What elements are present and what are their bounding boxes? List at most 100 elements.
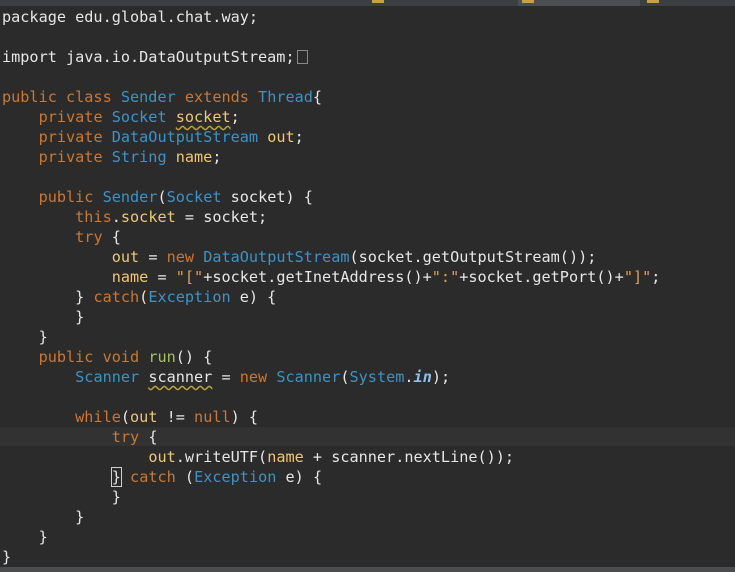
code-token: () {	[175, 348, 213, 366]
editor-tab[interactable]	[645, 0, 659, 6]
code-token: extends	[184, 88, 259, 106]
code-token: out	[130, 408, 158, 426]
code-token: Thread	[258, 88, 313, 106]
code-line[interactable]: } catch(Exception e) {	[2, 287, 660, 307]
code-token: run	[148, 348, 176, 366]
code-token: ;	[294, 128, 304, 146]
code-token: this	[75, 208, 112, 226]
code-token: = socket;	[175, 208, 268, 226]
code-token: (	[120, 408, 131, 426]
code-line[interactable]: } catch (Exception e) {	[2, 467, 660, 487]
code-token: while	[75, 408, 121, 426]
code-line[interactable]: while(out != null) {	[2, 407, 660, 427]
code-line[interactable]: private DataOutputStream out;	[2, 127, 660, 147]
code-token: private	[38, 128, 112, 146]
code-line[interactable]: package edu.global.chat.way;	[2, 7, 660, 27]
code-line[interactable]: try {	[2, 427, 660, 447]
code-token: import java.io.DataOutputStream;	[2, 48, 295, 66]
code-token: public class	[2, 88, 121, 106]
code-token: =	[212, 368, 240, 386]
code-token: Exception	[148, 288, 240, 306]
code-line[interactable]	[2, 387, 660, 407]
code-token: ":"	[431, 268, 460, 286]
code-token: out	[148, 448, 176, 466]
horizontal-scrollbar[interactable]	[0, 567, 735, 572]
code-line[interactable]: Scanner scanner = new Scanner(System.in)…	[2, 367, 660, 387]
code-token: catch	[93, 288, 140, 306]
code-token: .writeUTF(	[175, 448, 268, 466]
code-line[interactable]: }	[2, 547, 660, 567]
editor-tab-active[interactable]	[518, 0, 640, 6]
editor-tab-bar	[0, 0, 735, 6]
code-token: =	[148, 268, 176, 286]
code-token: {	[111, 228, 121, 246]
code-line[interactable]: }	[2, 307, 660, 327]
code-token: !=	[157, 408, 195, 426]
java-file-icon	[522, 0, 534, 3]
fold-marker-icon[interactable]	[296, 50, 308, 64]
code-token: (	[139, 288, 149, 306]
code-token: public	[38, 188, 103, 206]
code-line[interactable]: private Socket socket;	[2, 107, 660, 127]
editor-tab[interactable]	[370, 0, 384, 6]
code-token: }	[110, 467, 122, 487]
code-token: Scanner	[276, 368, 341, 386]
code-token: }	[2, 288, 94, 306]
code-token: public void	[38, 348, 149, 366]
code-line[interactable]: public void run() {	[2, 347, 660, 367]
code-token: (	[340, 368, 350, 386]
code-token: {	[312, 88, 323, 106]
code-token: (	[184, 468, 195, 486]
code-line[interactable]: }	[2, 527, 660, 547]
code-token: out	[111, 248, 140, 266]
code-token: +socket.getInetAddress()+	[203, 268, 432, 286]
code-line[interactable]: name = "["+socket.getInetAddress()+":"+s…	[2, 267, 661, 287]
code-token: out	[267, 128, 295, 146]
code-token: DataOutputStream	[203, 248, 350, 266]
code-token: Exception	[194, 468, 286, 486]
code-token: + scanner.nextLine());	[303, 448, 515, 466]
code-token: }	[2, 328, 48, 346]
code-line[interactable]: out = new DataOutputStream(socket.getOut…	[2, 247, 660, 267]
code-token: socket	[120, 208, 176, 226]
code-token: package edu.global.chat.way;	[2, 8, 259, 26]
code-token: Sender	[102, 188, 158, 206]
code-editor[interactable]: package edu.global.chat.way; import java.…	[0, 0, 735, 572]
code-line[interactable]	[2, 27, 660, 47]
code-area[interactable]: package edu.global.chat.way; import java.…	[2, 7, 660, 567]
code-token: new	[239, 368, 277, 386]
code-line[interactable]: public class Sender extends Thread{	[2, 87, 660, 107]
code-line[interactable]	[2, 67, 660, 87]
code-token: ) {	[230, 408, 259, 426]
code-line[interactable]: }	[2, 487, 660, 507]
code-line[interactable]: }	[2, 507, 660, 527]
code-token: null	[194, 408, 231, 426]
code-line[interactable]: try {	[2, 227, 660, 247]
code-line[interactable]: import java.io.DataOutputStream;	[2, 47, 660, 67]
code-token: (socket.getOutputStream());	[349, 248, 597, 266]
code-line[interactable]: }	[2, 327, 660, 347]
code-token: Scanner	[75, 368, 149, 386]
code-line[interactable]: out.writeUTF(name + scanner.nextLine());	[2, 447, 660, 467]
code-token: new	[166, 248, 204, 266]
code-line[interactable]: public Sender(Socket socket) {	[2, 187, 660, 207]
code-line[interactable]: private String name;	[2, 147, 660, 167]
code-token: {	[148, 428, 158, 446]
code-line[interactable]	[2, 167, 660, 187]
code-token: (	[157, 188, 167, 206]
code-token: +socket.getPort()+	[459, 268, 624, 286]
code-token: .	[111, 208, 121, 226]
code-line[interactable]: this.socket = socket;	[2, 207, 660, 227]
code-token: DataOutputStream	[111, 128, 268, 146]
code-token: System	[349, 368, 405, 386]
